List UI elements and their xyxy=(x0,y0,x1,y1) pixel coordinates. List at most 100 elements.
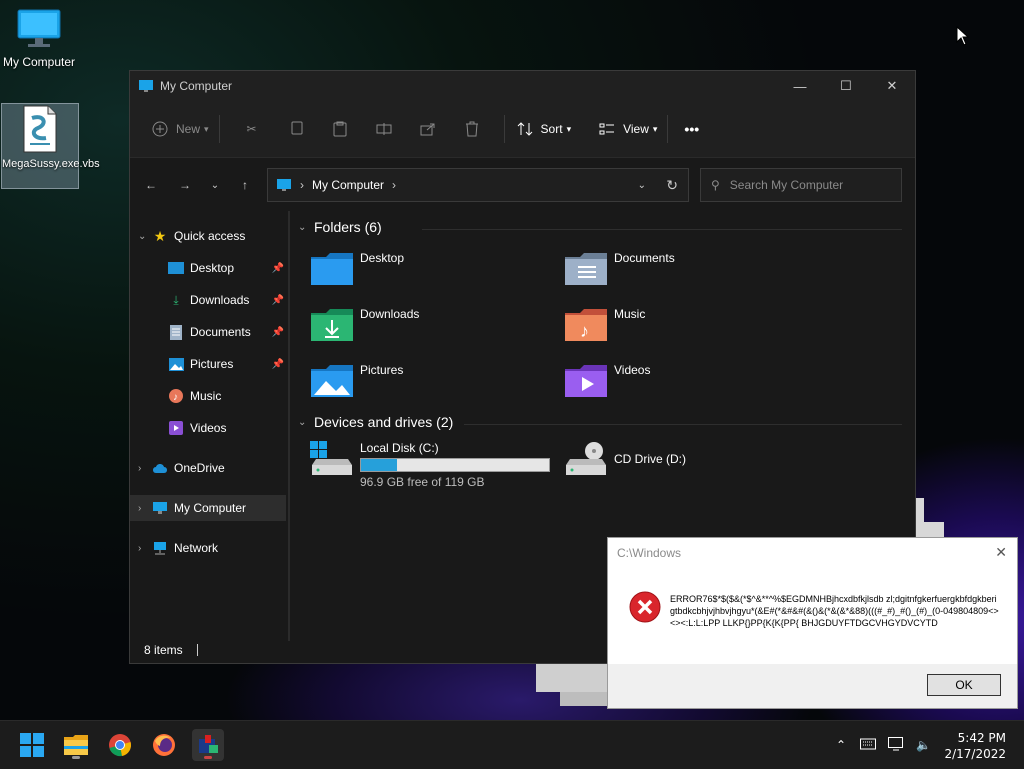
copy-icon xyxy=(286,119,306,139)
share-button[interactable] xyxy=(418,119,438,139)
folder-tile-pictures[interactable]: Pictures xyxy=(310,363,403,399)
view-button[interactable]: View ▾ xyxy=(597,119,657,139)
folder-tile-documents[interactable]: Documents xyxy=(564,251,675,287)
monitor-icon xyxy=(277,179,291,191)
search-box[interactable]: ⚲ Search My Computer xyxy=(700,168,902,202)
folder-label: Pictures xyxy=(360,363,404,377)
pin-icon: 📌 xyxy=(271,326,284,338)
address-bar[interactable]: › My Computer › ⌄ ↻ xyxy=(267,168,689,202)
sidebar-item-label: Documents xyxy=(190,325,251,339)
sidebar-item-label: Downloads xyxy=(190,293,250,307)
sort-label: Sort xyxy=(540,122,563,136)
copy-button[interactable] xyxy=(286,119,306,139)
error-message: ERROR76$*$($&(*$^&**^%$EGDMNHBjhcxdbfkjl… xyxy=(670,594,999,628)
group-divider xyxy=(422,229,902,230)
sort-button[interactable]: Sort ▾ xyxy=(515,119,572,139)
delete-button[interactable] xyxy=(462,119,482,139)
sidebar-item-documents[interactable]: Documents 📌 xyxy=(130,319,286,345)
folder-tile-downloads[interactable]: Downloads xyxy=(310,307,419,343)
back-button[interactable]: ← xyxy=(138,172,164,198)
group-title: Devices and drives (2) xyxy=(314,414,454,430)
sidebar-item-label: Music xyxy=(190,389,222,403)
up-button[interactable]: ↑ xyxy=(232,172,258,198)
view-label: View xyxy=(623,122,649,136)
taskbar-chrome[interactable] xyxy=(104,729,136,761)
title-bar[interactable]: My Computer — ☐ ✕ xyxy=(130,71,915,101)
glitch-artifact xyxy=(560,692,608,706)
taskbar-script-host[interactable] xyxy=(192,729,224,761)
chrome-icon xyxy=(109,734,131,757)
taskbar-file-explorer[interactable] xyxy=(60,729,92,761)
address-dropdown-icon[interactable]: ⌄ xyxy=(638,180,646,191)
drive-tile-c[interactable]: Local Disk (C:) 96.9 GB free of 119 GB xyxy=(310,441,550,489)
rename-icon xyxy=(374,119,394,139)
error-dialog[interactable]: C:\Windows ✕ ERROR76$*$($&(*$^&**^%$EGDM… xyxy=(607,537,1018,709)
glitch-artifact xyxy=(536,662,608,692)
taskbar-firefox[interactable] xyxy=(148,729,180,761)
chevron-down-icon: ▾ xyxy=(204,123,209,134)
sidebar-item-videos[interactable]: Videos xyxy=(130,415,286,441)
folder-tile-videos[interactable]: Videos xyxy=(564,363,650,399)
network-monitor-icon[interactable] xyxy=(888,736,906,754)
desktop-icon-megasussy[interactable]: MegaSussy.exe.vbs xyxy=(1,103,100,189)
paste-button[interactable] xyxy=(330,119,350,139)
cut-button[interactable]: ✂ xyxy=(242,119,262,139)
firefox-icon xyxy=(153,734,175,756)
plus-circle-icon xyxy=(150,119,170,139)
breadcrumb-my-computer[interactable]: My Computer xyxy=(312,178,384,192)
start-button[interactable] xyxy=(16,729,48,761)
pin-icon: 📌 xyxy=(271,358,284,370)
monitor-icon xyxy=(139,80,153,92)
forward-button[interactable]: → xyxy=(172,172,198,198)
sidebar-item-pictures[interactable]: Pictures 📌 xyxy=(130,351,286,377)
search-input[interactable]: Search My Computer xyxy=(730,178,843,192)
folder-icon xyxy=(64,735,88,755)
chevron-down-icon: ⌄ xyxy=(298,221,307,233)
show-hidden-icons-chevron-icon[interactable]: ⌃ xyxy=(836,738,846,752)
close-button[interactable]: ✕ xyxy=(869,71,915,101)
drives-group-header[interactable]: ⌄ Devices and drives (2) xyxy=(298,414,453,430)
sidebar-item-my-computer[interactable]: › My Computer xyxy=(130,495,286,521)
svg-text:♪: ♪ xyxy=(173,392,178,403)
folders-group-header[interactable]: ⌄ Folders (6) xyxy=(298,219,382,235)
sidebar-item-music[interactable]: ♪ Music xyxy=(130,383,286,409)
desktop-icon-label: MegaSussy.exe.vbs xyxy=(2,158,100,170)
drive-usage-fill xyxy=(361,459,397,471)
sidebar-item-network[interactable]: › Network xyxy=(130,535,286,561)
clock-time: 5:42 PM xyxy=(957,731,1006,745)
share-icon xyxy=(418,119,438,139)
arrow-up-icon: ↑ xyxy=(242,178,248,192)
recent-locations-button[interactable]: ⌄ xyxy=(202,172,228,198)
new-button[interactable]: New ▾ xyxy=(150,119,209,139)
drive-label: CD Drive (D:) xyxy=(614,452,686,466)
desktop-folder-icon xyxy=(311,253,353,285)
chevron-down-icon: ⌄ xyxy=(138,230,147,242)
refresh-icon[interactable]: ↻ xyxy=(666,177,678,194)
monitor-icon xyxy=(17,9,61,47)
dialog-title-bar[interactable]: C:\Windows ✕ xyxy=(608,538,1017,568)
item-count: 8 items xyxy=(144,643,183,657)
close-icon[interactable]: ✕ xyxy=(995,544,1007,561)
taskbar-clock[interactable]: 5:42 PM 2/17/2022 xyxy=(944,730,1006,762)
keyboard-icon[interactable] xyxy=(860,738,877,753)
chevron-right-icon: › xyxy=(138,502,142,514)
desktop-icon-my-computer[interactable]: My Computer xyxy=(0,8,78,70)
ok-button[interactable]: OK xyxy=(927,674,1001,696)
sidebar-item-quick-access[interactable]: ⌄ ★ Quick access xyxy=(130,223,286,249)
more-options-button[interactable]: ••• xyxy=(684,121,699,137)
minimize-button[interactable]: — xyxy=(777,71,823,101)
drive-tile-d[interactable]: CD Drive (D:) xyxy=(564,441,686,477)
maximize-button[interactable]: ☐ xyxy=(823,71,869,101)
group-divider xyxy=(464,424,902,425)
rename-button[interactable] xyxy=(374,119,394,139)
volume-icon[interactable]: 🔈 xyxy=(916,738,931,752)
sidebar-item-desktop[interactable]: Desktop 📌 xyxy=(130,255,286,281)
sidebar-item-downloads[interactable]: ⤓ Downloads 📌 xyxy=(130,287,286,313)
pane-splitter[interactable] xyxy=(288,211,290,641)
system-tray: ⌃ 🔈 xyxy=(836,721,931,769)
music-folder-icon: ♪ xyxy=(565,309,607,341)
folder-tile-desktop[interactable]: Desktop xyxy=(310,251,404,287)
chevron-down-icon: ▾ xyxy=(566,123,572,134)
sidebar-item-onedrive[interactable]: › OneDrive xyxy=(130,455,286,481)
folder-tile-music[interactable]: ♪ Music xyxy=(564,307,645,343)
